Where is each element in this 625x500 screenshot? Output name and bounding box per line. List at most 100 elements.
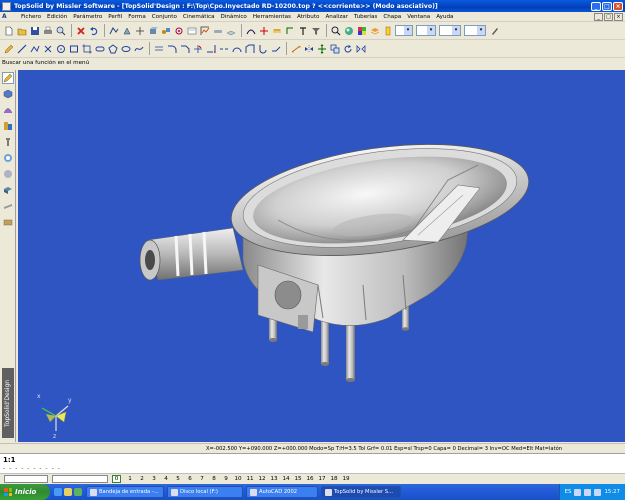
menu-forma[interactable]: Forma: [125, 14, 149, 20]
chamfer-icon[interactable]: [179, 43, 190, 55]
hook-icon[interactable]: [257, 43, 268, 55]
menu-edicion[interactable]: Edición: [44, 14, 70, 20]
sketch-mode-icon[interactable]: [2, 72, 14, 84]
polygon-icon[interactable]: [107, 43, 118, 55]
layer-name-field[interactable]: [52, 475, 108, 483]
fillet-icon[interactable]: [166, 43, 177, 55]
text-icon[interactable]: [297, 25, 308, 37]
menu-chapa[interactable]: Chapa: [380, 14, 404, 20]
layer-17[interactable]: 17: [316, 476, 328, 482]
material-icon[interactable]: [2, 168, 14, 180]
document-logo-icon[interactable]: A: [2, 13, 14, 21]
circle-icon[interactable]: [55, 43, 66, 55]
break-icon[interactable]: [218, 43, 229, 55]
start-button[interactable]: Inicio: [0, 484, 50, 500]
menu-analizar[interactable]: Analizar: [322, 14, 351, 20]
extend-icon[interactable]: [205, 43, 216, 55]
pen-icon[interactable]: [489, 25, 500, 37]
attribute-icon[interactable]: [382, 25, 393, 37]
kinematic-icon[interactable]: [173, 25, 184, 37]
close-button[interactable]: ×: [613, 1, 623, 11]
menu-conjunto[interactable]: Conjunto: [149, 14, 180, 20]
layer-0[interactable]: 0: [112, 475, 121, 483]
target-icon[interactable]: [2, 152, 14, 164]
ellipse-icon[interactable]: [120, 43, 131, 55]
network-icon[interactable]: [574, 488, 582, 496]
mail-icon[interactable]: [64, 488, 72, 496]
join-icon[interactable]: [270, 43, 281, 55]
command-line[interactable]: 1:1 - - - - - - - - - -: [0, 453, 625, 473]
arc-icon[interactable]: [231, 43, 242, 55]
task-autocad[interactable]: AutoCAD 2002: [246, 486, 318, 498]
menu-ayuda[interactable]: Ayuda: [433, 14, 456, 20]
line-width-combo[interactable]: ▾: [439, 25, 461, 36]
layer-18[interactable]: 18: [328, 476, 340, 482]
menu-dinamico[interactable]: Dinámico: [218, 14, 250, 20]
layer-13[interactable]: 13: [268, 476, 280, 482]
wire-icon[interactable]: [134, 25, 145, 37]
doc-close-button[interactable]: ×: [614, 12, 623, 21]
menu-ventana[interactable]: Ventana: [404, 14, 433, 20]
clock[interactable]: 15:27: [604, 489, 620, 495]
mold-icon[interactable]: [2, 216, 14, 228]
menu-fichero[interactable]: Fichero: [18, 14, 44, 20]
spline-icon[interactable]: [133, 43, 144, 55]
menu-tuberias[interactable]: Tuberías: [351, 14, 380, 20]
injected-part-model[interactable]: [18, 70, 625, 442]
symmetry-icon[interactable]: [303, 43, 314, 55]
curve-tool-icon[interactable]: [245, 25, 256, 37]
layer-2[interactable]: 2: [136, 476, 148, 482]
trim-icon[interactable]: [192, 43, 203, 55]
save-icon[interactable]: [29, 25, 40, 37]
new-document-icon[interactable]: [3, 25, 14, 37]
analyze-icon[interactable]: [199, 25, 210, 37]
layer-14[interactable]: 14: [280, 476, 292, 482]
copy-icon[interactable]: [329, 43, 340, 55]
render-icon[interactable]: [343, 25, 354, 37]
minimize-button[interactable]: _: [591, 1, 601, 11]
menu-perfil[interactable]: Perfil: [105, 14, 125, 20]
color-combo[interactable]: ▾: [395, 25, 413, 36]
browser-icon[interactable]: [54, 488, 62, 496]
task-local-disk[interactable]: Disco local (F:): [167, 486, 243, 498]
layer-7[interactable]: 7: [196, 476, 208, 482]
layer-icon[interactable]: [369, 25, 380, 37]
line-style-combo[interactable]: ▾: [416, 25, 436, 36]
layer-6[interactable]: 6: [184, 476, 196, 482]
pencil-icon[interactable]: [3, 43, 14, 55]
layer-10[interactable]: 10: [232, 476, 244, 482]
move-icon[interactable]: [316, 43, 327, 55]
layer-11[interactable]: 11: [244, 476, 256, 482]
open-folder-icon[interactable]: [16, 25, 27, 37]
title-bar[interactable]: TopSolid by Missler Software - [TopSolid…: [0, 0, 625, 12]
menu-atributo[interactable]: Atributo: [294, 14, 323, 20]
sheet-icon[interactable]: [225, 25, 236, 37]
block-icon[interactable]: [147, 25, 158, 37]
layer-16[interactable]: 16: [304, 476, 316, 482]
layer-1[interactable]: 1: [124, 476, 136, 482]
layer-4[interactable]: 4: [160, 476, 172, 482]
layer-5[interactable]: 5: [172, 476, 184, 482]
rotate-icon[interactable]: [342, 43, 353, 55]
menu-parametro[interactable]: Parámetro: [70, 14, 105, 20]
shape-icon[interactable]: [121, 25, 132, 37]
sketch-icon[interactable]: [108, 25, 119, 37]
layer-field[interactable]: [4, 475, 48, 483]
doc-minimize-button[interactable]: _: [594, 12, 603, 21]
media-icon[interactable]: [74, 488, 82, 496]
rail-icon[interactable]: [2, 200, 14, 212]
menu-herramientas[interactable]: Herramientas: [250, 14, 294, 20]
volume-icon[interactable]: [584, 488, 592, 496]
doc-maximize-button[interactable]: □: [604, 12, 613, 21]
layer-19[interactable]: 19: [340, 476, 352, 482]
solid-cube-icon[interactable]: [2, 88, 14, 100]
color-icon[interactable]: [356, 25, 367, 37]
maximize-button[interactable]: □: [602, 1, 612, 11]
line-icon[interactable]: [16, 43, 27, 55]
mirror-icon[interactable]: [355, 43, 366, 55]
layer-9[interactable]: 9: [220, 476, 232, 482]
task-inbox[interactable]: Bandeja de entrada -...: [86, 486, 164, 498]
sheet-mode-icon[interactable]: [2, 184, 14, 196]
3d-viewport[interactable]: x y z: [18, 70, 625, 442]
print-preview-icon[interactable]: [55, 25, 66, 37]
